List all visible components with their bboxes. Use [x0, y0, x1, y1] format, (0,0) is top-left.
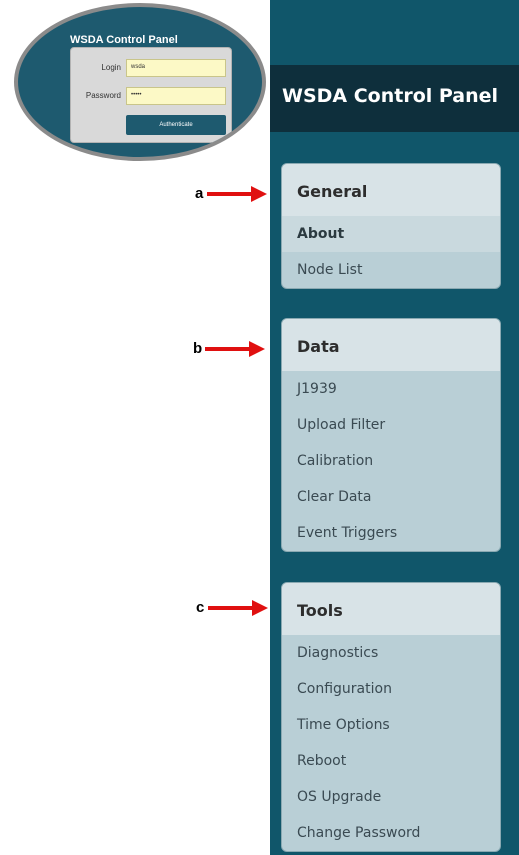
arrow-right-icon: [207, 186, 267, 202]
nav-item-upload-filter[interactable]: Upload Filter: [282, 407, 500, 443]
annotation-letter: b: [193, 340, 203, 357]
annotation-letter: a: [195, 185, 204, 202]
nav-item-clear-data[interactable]: Clear Data: [282, 479, 500, 515]
nav-item-diagnostics[interactable]: Diagnostics: [282, 635, 500, 671]
password-row: Password •••••: [71, 87, 231, 107]
annotation-letter: c: [196, 599, 205, 616]
password-label: Password: [85, 91, 121, 100]
nav-item-event-triggers[interactable]: Event Triggers: [282, 515, 500, 551]
data-heading: Data: [282, 319, 500, 371]
nav-item-configuration[interactable]: Configuration: [282, 671, 500, 707]
nav-item-change-password[interactable]: Change Password: [282, 815, 500, 851]
login-inset-screenshot: WSDA Control Panel Login wsda Password •…: [14, 3, 266, 161]
data-section: Data J1939 Upload Filter Calibration Cle…: [281, 318, 501, 552]
nav-item-os-upgrade[interactable]: OS Upgrade: [282, 779, 500, 815]
panel-header: WSDA Control Panel: [270, 65, 519, 132]
nav-item-about[interactable]: About: [282, 216, 500, 252]
nav-item-calibration[interactable]: Calibration: [282, 443, 500, 479]
authenticate-button[interactable]: Authenticate: [126, 115, 226, 135]
login-input[interactable]: wsda: [126, 59, 226, 77]
arrow-right-icon: [208, 600, 268, 616]
tools-section: Tools Diagnostics Configuration Time Opt…: [281, 582, 501, 852]
tools-heading: Tools: [282, 583, 500, 635]
login-label: Login: [101, 63, 121, 72]
nav-item-reboot[interactable]: Reboot: [282, 743, 500, 779]
control-panel: WSDA Control Panel General About Node Li…: [270, 0, 519, 855]
arrow-right-icon: [205, 341, 265, 357]
nav-item-node-list[interactable]: Node List: [282, 252, 500, 288]
panel-title: WSDA Control Panel: [282, 85, 499, 107]
general-section: General About Node List: [281, 163, 501, 289]
password-input[interactable]: •••••: [126, 87, 226, 105]
nav-item-time-options[interactable]: Time Options: [282, 707, 500, 743]
login-inset-title: WSDA Control Panel: [70, 34, 178, 46]
login-form: Login wsda Password ••••• Authenticate: [70, 47, 232, 143]
general-heading: General: [282, 164, 500, 216]
nav-item-j1939[interactable]: J1939: [282, 371, 500, 407]
login-row: Login wsda: [71, 59, 231, 79]
